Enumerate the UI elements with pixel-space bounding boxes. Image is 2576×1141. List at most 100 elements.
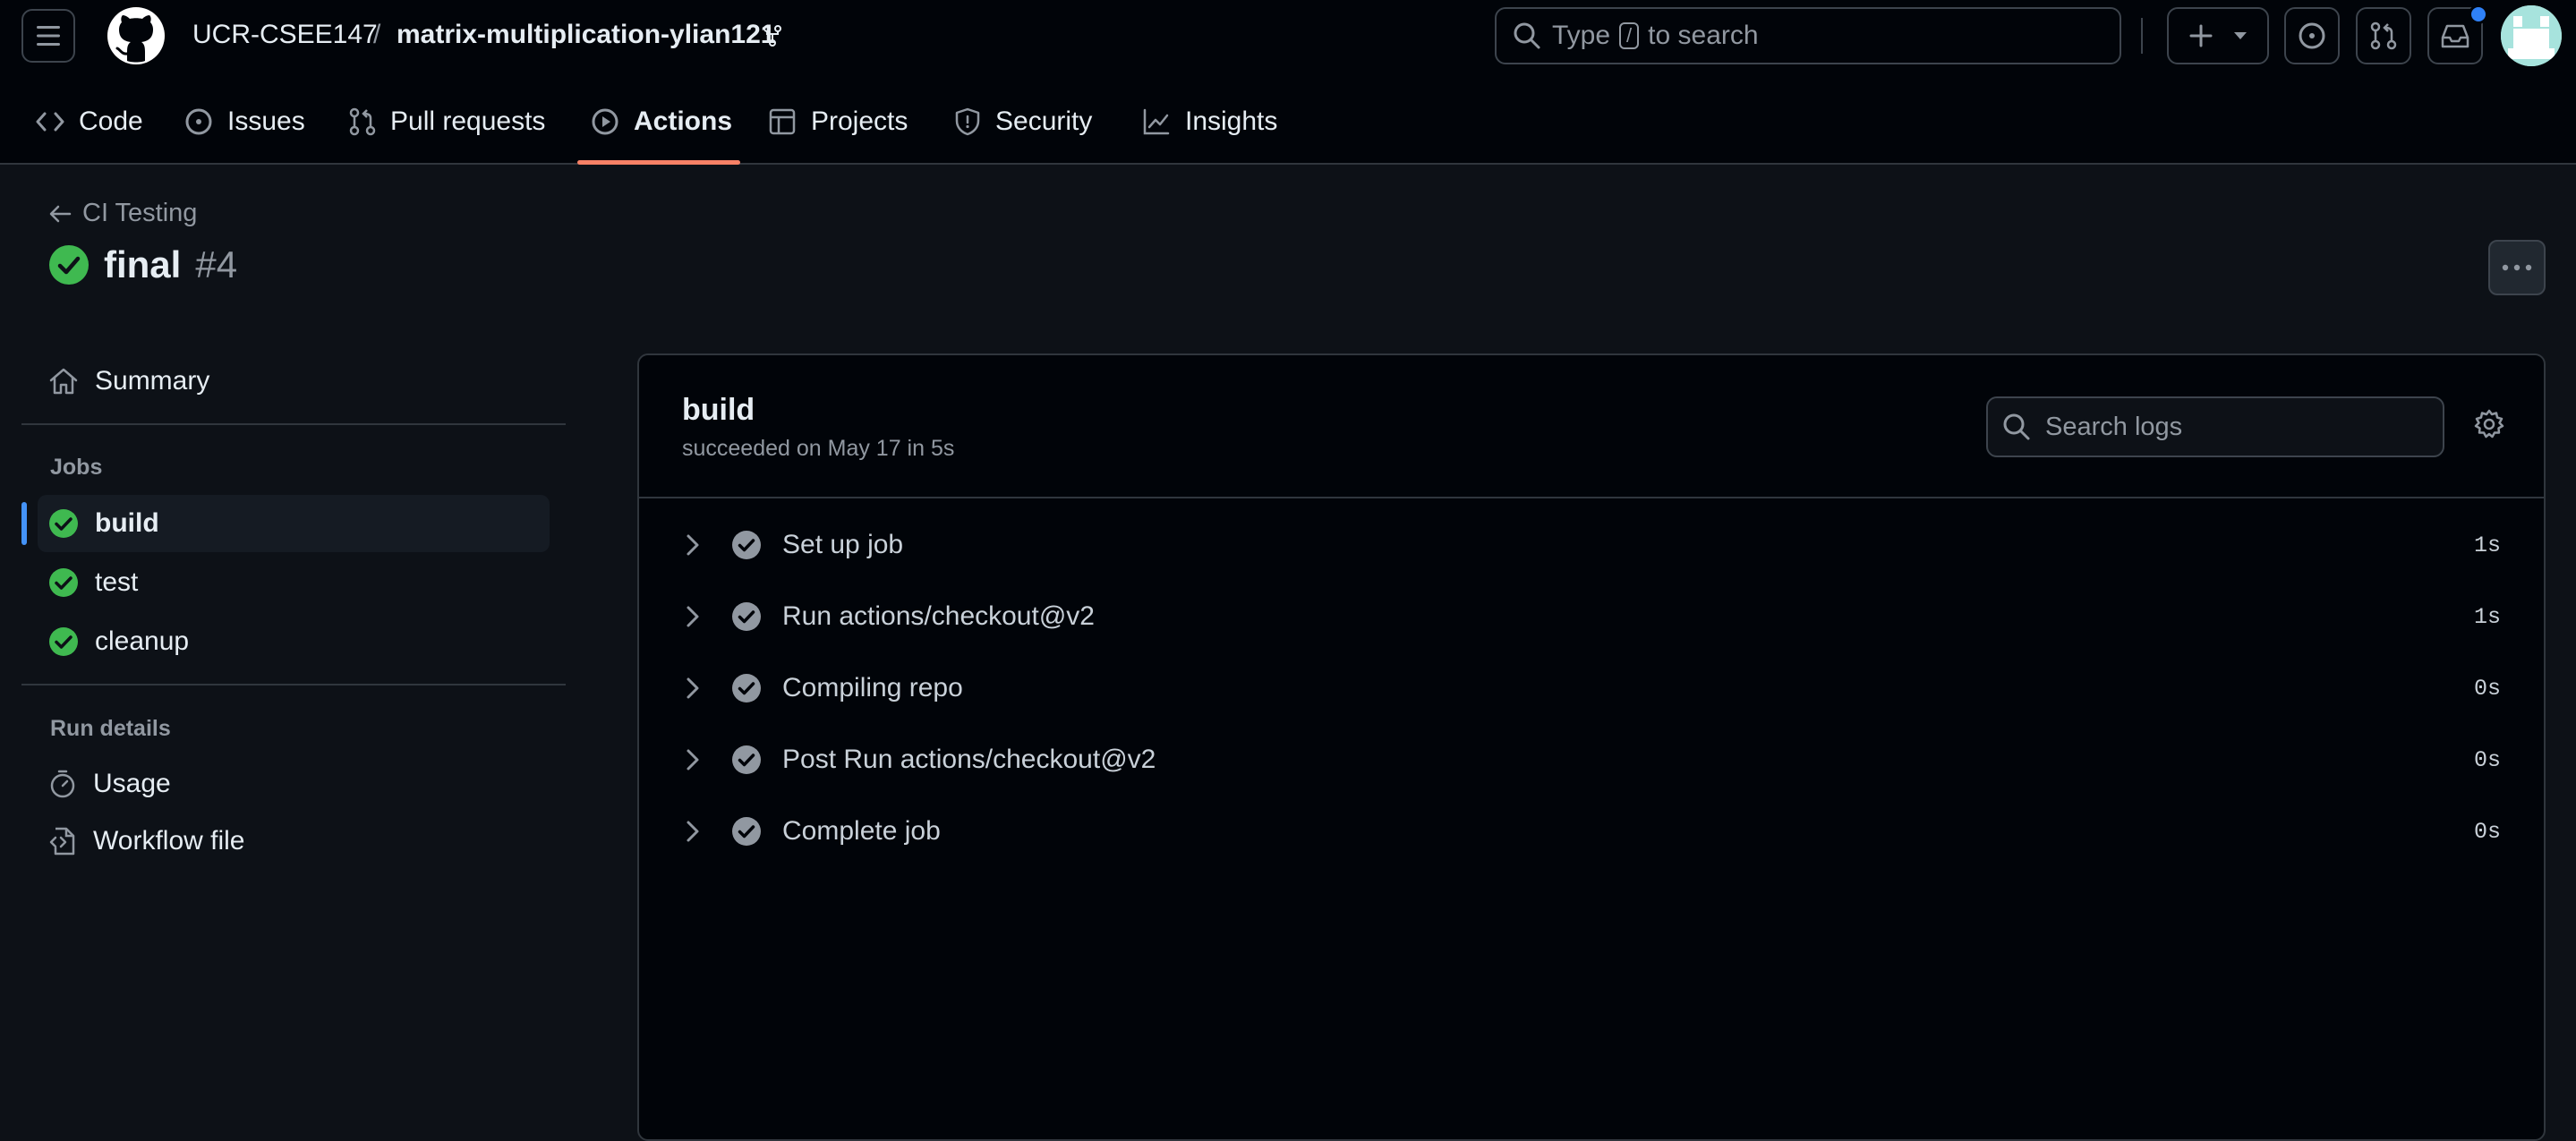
back-to-workflow-link[interactable]: CI Testing <box>48 199 197 228</box>
run-details-heading: Run details <box>50 716 171 741</box>
job-step-duration: 0s <box>2473 746 2501 773</box>
chevron-right-icon <box>687 749 699 771</box>
run-number: #4 <box>195 243 238 285</box>
back-link-label: CI Testing <box>82 199 198 227</box>
sidebar-job-label: build <box>95 508 159 538</box>
search-placeholder-prefix: Type <box>1552 21 1611 50</box>
jobs-heading: Jobs <box>50 455 103 480</box>
sidebar-item-usage[interactable]: Usage <box>48 762 171 805</box>
job-title: build <box>682 393 755 427</box>
avatar[interactable] <box>2501 5 2562 66</box>
pull-requests-button[interactable] <box>2356 7 2411 64</box>
create-new-button[interactable] <box>2167 7 2269 64</box>
job-step-name: Complete job <box>782 816 941 846</box>
check-circle-fill-icon <box>49 568 78 597</box>
check-circle-fill-icon <box>49 627 78 656</box>
gear-icon <box>2474 409 2504 439</box>
active-tab-indicator <box>577 160 740 165</box>
job-step-duration: 1s <box>2473 603 2501 630</box>
issue-opened-icon <box>2299 22 2325 49</box>
sidebar-divider <box>21 684 566 685</box>
graph-icon <box>1143 108 1170 135</box>
check-circle-fill-icon <box>732 602 761 631</box>
sidebar-divider <box>21 423 566 425</box>
git-pull-request-icon <box>349 107 376 136</box>
sidebar-job-build[interactable]: build <box>48 502 159 545</box>
tab-security[interactable]: Security <box>954 98 1092 145</box>
chevron-right-icon <box>687 606 699 627</box>
tab-code[interactable]: Code <box>36 98 143 145</box>
sidebar-item-summary-label: Summary <box>95 366 210 396</box>
file-code-icon <box>49 827 75 856</box>
plus-icon <box>2189 24 2213 47</box>
sidebar-item-workflow-file[interactable]: Workflow file <box>48 820 244 863</box>
job-step[interactable]: Set up job 1s <box>639 518 2544 572</box>
tab-projects[interactable]: Projects <box>768 98 908 145</box>
sidebar-item-usage-label: Usage <box>93 769 171 798</box>
breadcrumb-owner[interactable]: UCR-CSEE147 <box>192 20 378 50</box>
sidebar-job-cleanup[interactable]: cleanup <box>48 620 189 663</box>
tab-code-label: Code <box>79 106 143 136</box>
job-step-name: Compiling repo <box>782 673 963 702</box>
check-circle-fill-icon <box>49 245 89 285</box>
tab-pull-requests-label: Pull requests <box>390 106 546 136</box>
search-logs-placeholder: Search logs <box>2045 412 2183 441</box>
job-step-duration: 0s <box>2473 818 2501 845</box>
sidebar-job-test[interactable]: test <box>48 561 138 604</box>
sidebar-item-summary[interactable]: Summary <box>48 360 209 403</box>
inbox-icon <box>2441 24 2469 48</box>
tab-insights[interactable]: Insights <box>1142 98 1277 145</box>
github-logo-icon[interactable] <box>107 7 165 64</box>
tab-pull-requests[interactable]: Pull requests <box>349 98 545 145</box>
breadcrumb-repo[interactable]: matrix-multiplication-ylian121 <box>397 20 775 50</box>
chevron-right-icon <box>687 821 699 842</box>
run-title: final <box>104 243 182 285</box>
active-job-indicator <box>21 502 27 545</box>
job-step[interactable]: Post Run actions/checkout@v2 0s <box>639 733 2544 787</box>
table-icon <box>769 108 796 135</box>
tab-issues-label: Issues <box>227 106 305 136</box>
check-circle-fill-icon <box>732 531 761 559</box>
job-step[interactable]: Complete job 0s <box>639 805 2544 858</box>
job-step-name: Run actions/checkout@v2 <box>782 601 1095 631</box>
check-circle-fill-icon <box>732 817 761 846</box>
menu-button[interactable] <box>21 9 75 63</box>
search-placeholder-suffix: to search <box>1648 21 1759 50</box>
notification-dot <box>2469 4 2488 24</box>
git-pull-request-icon <box>2370 21 2397 50</box>
log-settings-button[interactable] <box>2474 409 2504 439</box>
search-shortcut-key: / <box>1619 22 1640 49</box>
job-step[interactable]: Compiling repo 0s <box>639 661 2544 715</box>
page-title: final #4 <box>48 243 237 286</box>
tab-actions-label: Actions <box>634 106 733 136</box>
tab-insights-label: Insights <box>1185 106 1278 136</box>
code-icon <box>36 112 64 132</box>
arrow-left-icon <box>49 205 72 222</box>
tab-projects-label: Projects <box>811 106 908 136</box>
sidebar-job-label: cleanup <box>95 626 190 656</box>
chevron-right-icon <box>687 677 699 699</box>
tab-actions[interactable]: Actions <box>591 98 732 145</box>
job-step-duration: 1s <box>2473 532 2501 558</box>
kebab-horizontal-icon <box>2502 264 2532 271</box>
search-logs-input[interactable]: Search logs <box>1986 396 2444 457</box>
more-options-button[interactable] <box>2488 240 2546 295</box>
job-status-text: succeeded on May 17 in 5s <box>682 436 955 461</box>
hamburger-icon <box>37 26 60 46</box>
sidebar-item-workflow-file-label: Workflow file <box>93 826 245 856</box>
search-icon <box>2003 413 2030 440</box>
job-log-panel: build succeeded on May 17 in 5s Search l… <box>637 353 2546 1141</box>
panel-header-divider <box>639 497 2544 498</box>
global-search-input[interactable]: Type / to search <box>1495 7 2121 64</box>
tab-security-label: Security <box>995 106 1093 136</box>
tab-issues[interactable]: Issues <box>184 98 305 145</box>
issues-button[interactable] <box>2284 7 2340 64</box>
header-divider <box>2141 18 2143 54</box>
chevron-right-icon <box>687 534 699 556</box>
job-step-duration: 0s <box>2473 675 2501 702</box>
breadcrumb-separator: / <box>373 20 381 49</box>
job-step-name: Set up job <box>782 530 904 559</box>
job-step[interactable]: Run actions/checkout@v2 1s <box>639 590 2544 643</box>
sidebar-job-label: test <box>95 567 139 597</box>
global-header: UCR-CSEE147 / matrix-multiplication-ylia… <box>0 0 2576 165</box>
